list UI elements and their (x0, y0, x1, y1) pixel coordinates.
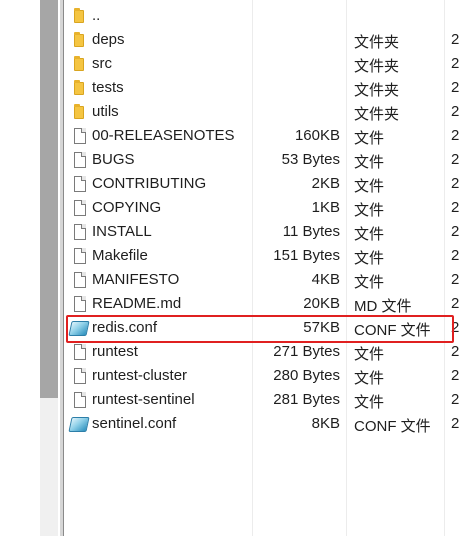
file-type: 文件 (354, 154, 385, 171)
file-icon (74, 248, 86, 264)
file-date-truncated: 2 (451, 31, 460, 48)
file-date-truncated: 2 (451, 127, 460, 144)
config-file-icon (68, 417, 90, 432)
folder-icon (74, 8, 84, 23)
file-row[interactable]: tests 文件夹 2 (64, 76, 462, 100)
file-type: 文件 (354, 130, 385, 147)
file-type: 文件夹 (354, 34, 400, 51)
file-name: sentinel.conf (92, 415, 177, 432)
file-type: 文件 (354, 226, 385, 243)
file-date-truncated: 2 (451, 295, 460, 312)
file-icon (74, 344, 86, 360)
file-name: CONTRIBUTING (92, 175, 207, 192)
folder-icon (74, 32, 84, 47)
highlight-box (66, 315, 454, 343)
file-row[interactable]: .. (64, 4, 462, 28)
file-name: COPYING (92, 199, 162, 216)
file-type: 文件 (354, 394, 385, 411)
file-size: 151 Bytes (273, 247, 340, 264)
file-size: 271 Bytes (273, 343, 340, 360)
file-size: 2KB (311, 175, 340, 192)
file-name: .. (92, 7, 101, 24)
file-size: 11 Bytes (282, 223, 340, 240)
folder-icon (74, 56, 84, 71)
file-row[interactable]: sentinel.conf 8KB CONF 文件 2 (64, 412, 462, 436)
folder-icon (74, 80, 84, 95)
file-date-truncated: 2 (451, 175, 460, 192)
folder-icon (74, 104, 84, 119)
file-type: 文件 (354, 346, 385, 363)
vertical-scrollbar-thumb[interactable] (40, 0, 58, 398)
file-type: 文件 (354, 370, 385, 387)
file-name: runtest-sentinel (92, 391, 195, 408)
file-row[interactable]: deps 文件夹 2 (64, 28, 462, 52)
file-row[interactable]: CONTRIBUTING 2KB 文件 2 (64, 172, 462, 196)
file-icon (74, 368, 86, 384)
file-type: 文件夹 (354, 58, 400, 75)
file-size: 280 Bytes (273, 367, 340, 384)
file-size: 8KB (311, 415, 340, 432)
file-row[interactable]: COPYING 1KB 文件 2 (64, 196, 462, 220)
file-row[interactable]: Makefile 151 Bytes 文件 2 (64, 244, 462, 268)
file-type: 文件 (354, 178, 385, 195)
file-icon (74, 200, 86, 216)
file-row[interactable]: MANIFESTO 4KB 文件 2 (64, 268, 462, 292)
file-name: Makefile (92, 247, 148, 264)
file-type: MD 文件 (354, 298, 412, 315)
file-row[interactable]: BUGS 53 Bytes 文件 2 (64, 148, 462, 172)
file-date-truncated: 2 (451, 223, 460, 240)
file-size: 160KB (294, 127, 340, 144)
file-name: deps (92, 31, 125, 48)
file-icon (74, 392, 86, 408)
file-type: CONF 文件 (354, 418, 431, 435)
file-icon (74, 152, 86, 168)
file-row[interactable]: README.md 20KB MD 文件 2 (64, 292, 462, 316)
file-icon (74, 224, 86, 240)
file-size: 281 Bytes (273, 391, 340, 408)
file-name: tests (92, 79, 124, 96)
file-icon (74, 296, 86, 312)
file-name: runtest (92, 343, 138, 360)
file-row[interactable]: runtest 271 Bytes 文件 2 (64, 340, 462, 364)
file-name: src (92, 55, 112, 72)
file-date-truncated: 2 (451, 367, 460, 384)
file-date-truncated: 2 (451, 271, 460, 288)
file-name: INSTALL (92, 223, 152, 240)
file-icon (74, 176, 86, 192)
file-type: 文件 (354, 202, 385, 219)
file-name: MANIFESTO (92, 271, 180, 288)
file-date-truncated: 2 (451, 79, 460, 96)
file-row[interactable]: src 文件夹 2 (64, 52, 462, 76)
file-name: runtest-cluster (92, 367, 188, 384)
file-row[interactable]: 00-RELEASENOTES 160KB 文件 2 (64, 124, 462, 148)
file-name: README.md (92, 295, 182, 312)
file-date-truncated: 2 (451, 199, 460, 216)
file-list: .. deps 文件夹 2 src 文件夹 2 tests 文件夹 2 utils 文件夹 2 00-RE… (64, 4, 462, 436)
file-row[interactable]: runtest-sentinel 281 Bytes 文件 2 (64, 388, 462, 412)
file-row[interactable]: utils 文件夹 2 (64, 100, 462, 124)
file-name: utils (92, 103, 119, 120)
file-name: 00-RELEASENOTES (92, 127, 235, 144)
file-date-truncated: 2 (451, 391, 460, 408)
file-row[interactable]: INSTALL 11 Bytes 文件 2 (64, 220, 462, 244)
file-size: 4KB (311, 271, 340, 288)
file-size: 1KB (311, 199, 340, 216)
file-size: 53 Bytes (281, 151, 340, 168)
file-name: BUGS (92, 151, 135, 168)
file-type: 文件夹 (354, 106, 400, 123)
file-type: 文件 (354, 250, 385, 267)
file-icon (74, 128, 86, 144)
file-date-truncated: 2 (451, 55, 460, 72)
file-type: 文件 (354, 274, 385, 291)
file-date-truncated: 2 (451, 415, 460, 432)
file-date-truncated: 2 (451, 103, 460, 120)
file-type: 文件夹 (354, 82, 400, 99)
file-row[interactable]: runtest-cluster 280 Bytes 文件 2 (64, 364, 462, 388)
file-icon (74, 272, 86, 288)
file-date-truncated: 2 (451, 247, 460, 264)
file-size: 20KB (303, 295, 340, 312)
file-date-truncated: 2 (451, 343, 460, 360)
file-date-truncated: 2 (451, 151, 460, 168)
